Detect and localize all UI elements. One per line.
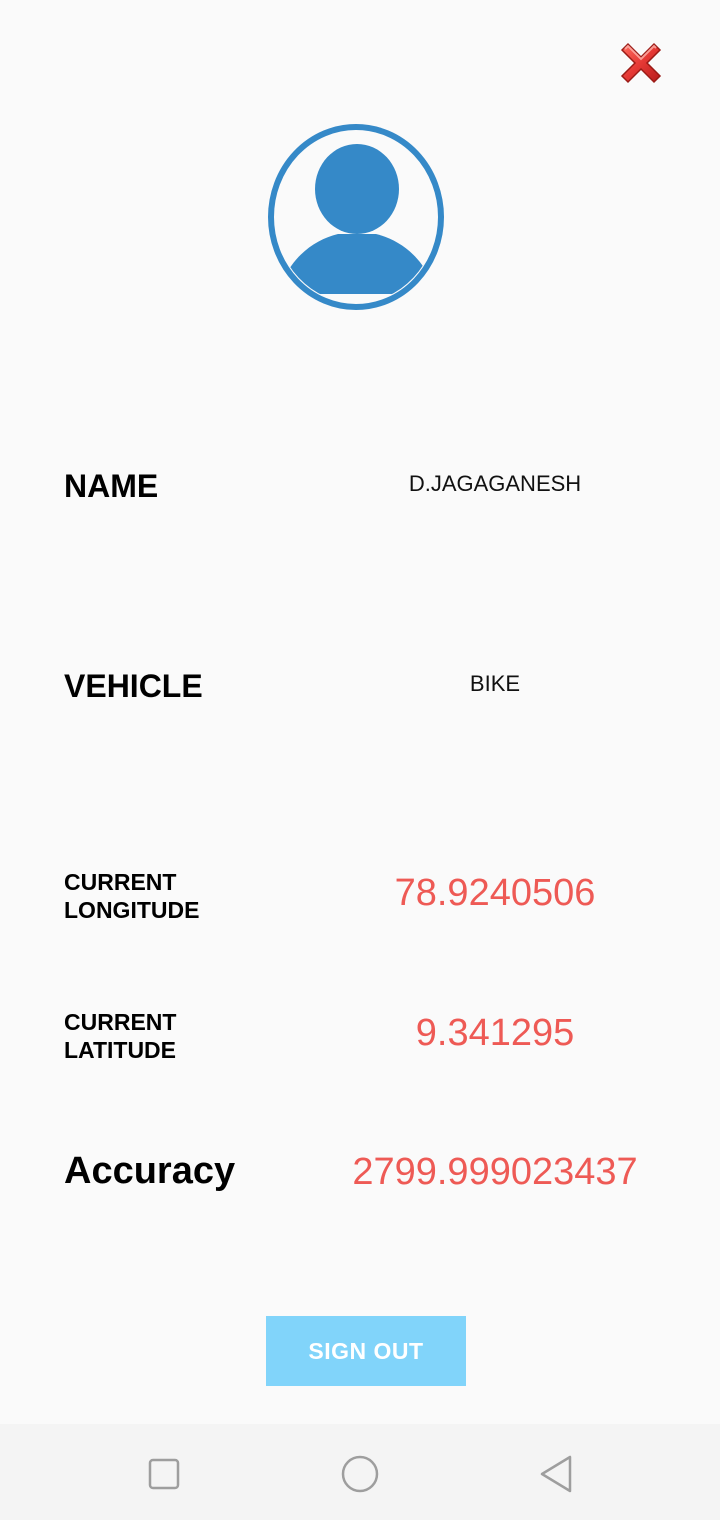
vehicle-label: VEHICLE	[64, 668, 203, 704]
home-button[interactable]	[334, 1448, 386, 1500]
circle-icon	[341, 1455, 379, 1493]
name-value: D.JAGAGANESH	[408, 471, 582, 496]
longitude-label: CURRENT LONGITUDE	[64, 868, 199, 924]
latitude-label-line2: LATITUDE	[64, 1037, 177, 1063]
longitude-label-line2: LONGITUDE	[64, 897, 200, 923]
longitude-value: 78.9240506	[394, 872, 596, 914]
latitude-label-line1: CURRENT	[64, 1009, 177, 1035]
close-button[interactable]	[612, 34, 670, 92]
user-avatar	[268, 124, 444, 312]
latitude-label: CURRENT LATITUDE	[64, 1008, 176, 1064]
sign-out-button[interactable]: SIGN OUT	[266, 1316, 466, 1386]
triangle-back-icon	[540, 1455, 572, 1493]
system-navigation-bar	[0, 1424, 720, 1520]
close-icon	[620, 42, 662, 84]
accuracy-label: Accuracy	[64, 1150, 236, 1192]
back-button[interactable]	[530, 1448, 582, 1500]
recent-apps-button[interactable]	[138, 1448, 190, 1500]
square-icon	[148, 1458, 180, 1490]
longitude-label-line1: CURRENT	[64, 869, 177, 895]
accuracy-value: 2799.999023437	[352, 1151, 638, 1193]
name-label: NAME	[64, 468, 159, 504]
vehicle-value: BIKE	[469, 671, 521, 696]
user-avatar-icon	[268, 124, 444, 310]
latitude-value: 9.341295	[415, 1012, 575, 1054]
